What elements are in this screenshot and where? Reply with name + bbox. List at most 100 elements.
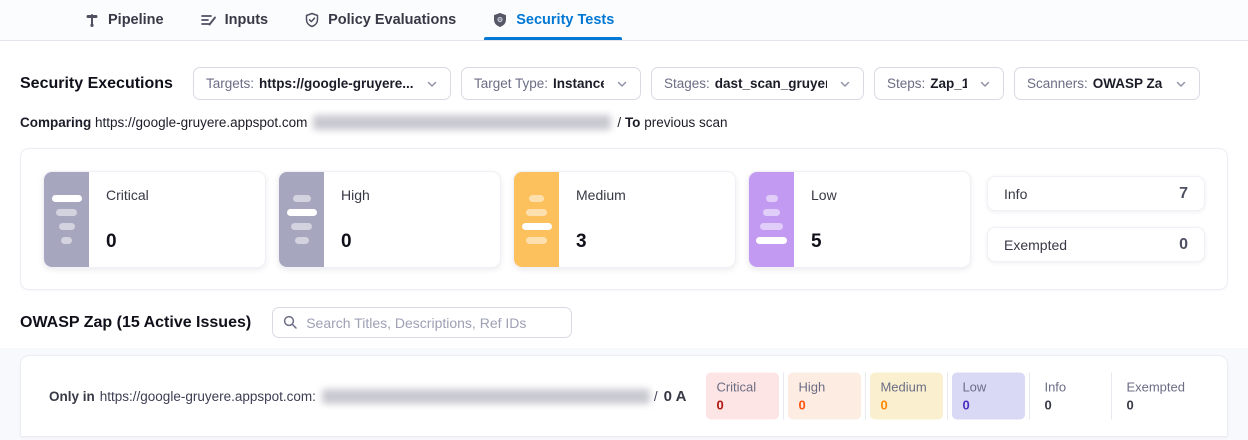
exempted-pill: Exempted 0 — [1116, 373, 1195, 420]
dropdown-value: OWASP Zap — [1093, 76, 1163, 91]
comparing-url: https://google-gruyere.appspot.com — [95, 115, 307, 130]
chevron-down-icon — [616, 78, 628, 90]
steps-dropdown[interactable]: Steps: Zap_1 — [874, 67, 1004, 100]
tab-inputs[interactable]: Inputs — [200, 0, 269, 40]
comparing-target: previous scan — [644, 115, 727, 130]
exempted-count: 0 — [1179, 236, 1188, 254]
divider — [947, 373, 948, 420]
divider — [865, 373, 866, 420]
dropdown-value: dast_scan_gruyere — [715, 76, 827, 91]
exempted-card: Exempted 0 — [987, 227, 1205, 262]
info-pill: Info 0 — [1034, 373, 1107, 420]
chevron-down-icon — [979, 78, 991, 90]
critical-card: Critical 0 — [43, 171, 266, 268]
search-input[interactable] — [272, 307, 572, 338]
dropdown-value: https://google-gruyere.... — [259, 76, 414, 91]
inputs-icon — [200, 12, 217, 28]
tab-pipeline[interactable]: Pipeline — [84, 0, 164, 40]
critical-pill: Critical 0 — [706, 373, 779, 420]
critical-severity-icon — [44, 172, 89, 267]
pill-label: Info — [1044, 379, 1097, 397]
pill-label: Low — [962, 379, 1015, 397]
only-in-url: https://google-gruyere.appspot.com: — [100, 389, 316, 404]
separator: / — [654, 389, 658, 404]
low-pill: Low 0 — [952, 373, 1025, 420]
dropdown-label: Target Type: — [474, 76, 548, 91]
tab-label: Policy Evaluations — [328, 12, 456, 28]
filters-row: Security Executions Targets: https://goo… — [20, 67, 1200, 100]
to-label: To — [625, 115, 641, 130]
medium-severity-icon — [514, 172, 559, 267]
issues-search — [272, 307, 572, 338]
redacted-text — [322, 389, 650, 404]
tab-label: Inputs — [225, 12, 269, 28]
comparing-label: Comparing — [20, 115, 91, 130]
severity-label: Medium — [576, 187, 626, 203]
pill-count: 0 — [1044, 397, 1097, 415]
medium-card: Medium 3 — [513, 171, 736, 268]
severity-count: 0 — [341, 231, 370, 253]
scanners-dropdown[interactable]: Scanners: OWASP Zap — [1014, 67, 1200, 100]
chevron-down-icon — [426, 78, 438, 90]
info-card: Info 7 — [987, 176, 1205, 211]
tab-security-tests[interactable]: Security Tests — [492, 0, 614, 40]
severity-label: Critical — [106, 187, 149, 203]
pill-count: 0 — [798, 397, 851, 415]
comparing-line: Comparing https://google-gruyere.appspot… — [20, 115, 728, 130]
separator: / — [617, 115, 621, 130]
divider — [1111, 373, 1112, 420]
dropdown-value: Instance — [553, 76, 604, 91]
active-issues-count: 0 A — [664, 388, 687, 405]
severity-count: 3 — [576, 231, 626, 253]
pill-label: Medium — [880, 379, 933, 397]
divider — [1029, 373, 1030, 420]
pill-count: 0 — [962, 397, 1015, 415]
only-in-section: Only in https://google-gruyere.appspot.c… — [20, 355, 1228, 437]
owasp-zap-heading: OWASP Zap (15 Active Issues) — [20, 314, 251, 332]
severity-count: 0 — [106, 231, 149, 253]
tab-policy-evaluations[interactable]: Policy Evaluations — [304, 0, 456, 40]
pill-count: 0 — [716, 397, 769, 415]
info-count: 7 — [1179, 185, 1188, 203]
pill-label: Exempted — [1126, 379, 1185, 397]
severity-count: 5 — [811, 231, 837, 253]
chevron-down-icon — [839, 78, 851, 90]
dropdown-label: Stages: — [664, 76, 710, 91]
dropdown-value: Zap_1 — [930, 76, 967, 91]
pipeline-icon — [84, 12, 100, 28]
high-card: High 0 — [278, 171, 501, 268]
tab-label: Security Tests — [516, 12, 614, 28]
policy-shield-check-icon — [304, 12, 320, 28]
redacted-text — [313, 115, 611, 130]
pill-count: 0 — [1126, 397, 1185, 415]
severity-label: High — [341, 187, 370, 203]
dropdown-label: Steps: — [887, 76, 925, 91]
info-label: Info — [1004, 186, 1027, 202]
target-type-dropdown[interactable]: Target Type: Instance — [461, 67, 641, 100]
info-exempted-column: Info 7 Exempted 0 — [987, 176, 1205, 262]
issues-header: OWASP Zap (15 Active Issues) — [20, 307, 572, 338]
high-severity-icon — [279, 172, 324, 267]
dropdown-label: Targets: — [206, 76, 254, 91]
low-card: Low 5 — [748, 171, 971, 268]
low-severity-icon — [749, 172, 794, 267]
stages-dropdown[interactable]: Stages: dast_scan_gruyere — [651, 67, 864, 100]
top-tab-bar: Pipeline Inputs Policy Evaluations Secur… — [0, 0, 1248, 41]
security-executions-heading: Security Executions — [20, 75, 173, 93]
dropdown-label: Scanners: — [1027, 76, 1088, 91]
chevron-down-icon — [1175, 78, 1187, 90]
tab-label: Pipeline — [108, 12, 164, 28]
high-pill: High 0 — [788, 373, 861, 420]
exempted-label: Exempted — [1004, 237, 1067, 253]
only-in-label: Only in — [49, 389, 95, 404]
severity-pill-bar: Critical 0 High 0 Medium 0 Low 0 Info 0 … — [706, 373, 1195, 420]
pill-label: High — [798, 379, 851, 397]
search-icon — [282, 314, 298, 335]
severity-summary-panel: Critical 0 High 0 Medium 3 — [20, 148, 1228, 290]
security-shield-icon — [492, 12, 508, 28]
divider — [783, 373, 784, 420]
severity-label: Low — [811, 187, 837, 203]
medium-pill: Medium 0 — [870, 373, 943, 420]
pill-label: Critical — [716, 379, 769, 397]
targets-dropdown[interactable]: Targets: https://google-gruyere.... — [193, 67, 451, 100]
